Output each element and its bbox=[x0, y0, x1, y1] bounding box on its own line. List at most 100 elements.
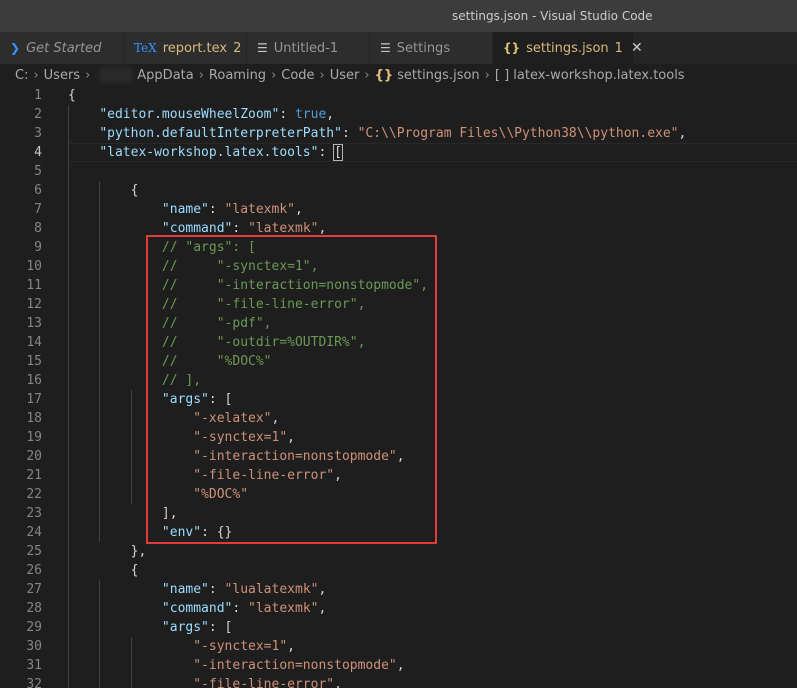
line-number: 11 bbox=[26, 278, 42, 293]
line-number: 23 bbox=[26, 506, 42, 521]
line-number: 18 bbox=[26, 411, 42, 426]
code-line[interactable]: 30 "-synctex=1", bbox=[0, 637, 797, 656]
line-number: 12 bbox=[26, 297, 42, 312]
code-text: { bbox=[68, 563, 139, 578]
code-line[interactable]: 29 "args": [ bbox=[0, 618, 797, 637]
tab-report-tex[interactable]: TeX report.tex 2 bbox=[124, 32, 247, 64]
tab-untitled-1[interactable]: ☰ Untitled-1 bbox=[247, 32, 370, 64]
chevron-right-icon: › bbox=[484, 67, 490, 83]
code-line[interactable]: 5 bbox=[0, 162, 797, 181]
breadcrumb-item[interactable]: Users bbox=[44, 68, 80, 83]
code-line[interactable]: 4 "latex-workshop.latex.tools": [ bbox=[0, 143, 797, 162]
code-line[interactable]: 18 "-xelatex", bbox=[0, 409, 797, 428]
line-number: 10 bbox=[26, 259, 42, 274]
line-number: 27 bbox=[26, 582, 42, 597]
code-line[interactable]: 11 // "-interaction=nonstopmode", bbox=[0, 276, 797, 295]
code-line[interactable]: 2 "editor.mouseWheelZoom": true, bbox=[0, 105, 797, 124]
code-line[interactable]: 3 "python.defaultInterpreterPath": "C:\\… bbox=[0, 124, 797, 143]
line-number: 13 bbox=[26, 316, 42, 331]
code-text: "-file-line-error", bbox=[193, 468, 342, 483]
braces-icon: {} bbox=[503, 41, 521, 55]
breadcrumb-item[interactable]: AppData bbox=[137, 68, 193, 83]
code-line[interactable]: 24 "env": {} bbox=[0, 523, 797, 542]
code-text: "name": "latexmk", bbox=[161, 202, 303, 217]
code-line[interactable]: 22 "%DOC%" bbox=[0, 485, 797, 504]
code-text: "args": [ bbox=[161, 620, 233, 635]
line-number: 14 bbox=[26, 335, 42, 350]
line-number: 9 bbox=[34, 240, 42, 255]
tab-label: report.tex bbox=[162, 40, 228, 56]
code-line[interactable]: 19 "-synctex=1", bbox=[0, 428, 797, 447]
code-text: "-synctex=1", bbox=[193, 430, 295, 445]
code-text: { bbox=[68, 183, 139, 198]
code-line[interactable]: 17 "args": [ bbox=[0, 390, 797, 409]
indent-guide bbox=[99, 580, 101, 688]
code-line[interactable]: 25 }, bbox=[0, 542, 797, 561]
indent-guide bbox=[130, 390, 132, 504]
chevron-right-icon: › bbox=[364, 67, 370, 83]
code-text: // ], bbox=[161, 373, 202, 388]
code-line[interactable]: 6 { bbox=[0, 181, 797, 200]
chevron-right-icon: › bbox=[85, 67, 91, 83]
code-text: "-interaction=nonstopmode", bbox=[193, 449, 405, 464]
code-text: "python.defaultInterpreterPath": "C:\\Pr… bbox=[99, 126, 687, 141]
line-number: 7 bbox=[34, 202, 42, 217]
code-line[interactable]: 21 "-file-line-error", bbox=[0, 466, 797, 485]
redacted-username bbox=[99, 67, 134, 83]
code-line[interactable]: 15 // "%DOC%" bbox=[0, 352, 797, 371]
line-number: 6 bbox=[34, 183, 42, 198]
code-line[interactable]: 14 // "-outdir=%OUTDIR%", bbox=[0, 333, 797, 352]
vscode-logo-icon: ❯ bbox=[10, 41, 21, 55]
code-line[interactable]: 13 // "-pdf", bbox=[0, 314, 797, 333]
chevron-right-icon: › bbox=[198, 67, 204, 83]
code-editor[interactable]: 1{2 "editor.mouseWheelZoom": true, 3 "pyt… bbox=[0, 86, 797, 688]
code-line[interactable]: 20 "-interaction=nonstopmode", bbox=[0, 447, 797, 466]
chevron-right-icon: › bbox=[33, 67, 39, 83]
code-text: "editor.mouseWheelZoom": true, bbox=[99, 107, 335, 122]
code-text: // "-file-line-error", bbox=[161, 297, 366, 312]
line-number: 20 bbox=[26, 449, 42, 464]
breadcrumb-item[interactable]: C: bbox=[15, 68, 28, 83]
code-line[interactable]: 31 "-interaction=nonstopmode", bbox=[0, 656, 797, 675]
line-number: 24 bbox=[26, 525, 42, 540]
code-line[interactable]: 26 { bbox=[0, 561, 797, 580]
line-number: 16 bbox=[26, 373, 42, 388]
code-text: "env": {} bbox=[161, 525, 233, 540]
code-line[interactable]: 28 "command": "latexmk", bbox=[0, 599, 797, 618]
tab-settings-json[interactable]: {} settings.json 1 ✕ bbox=[493, 32, 643, 64]
tab-get-started[interactable]: ❯ Get Started bbox=[0, 32, 124, 64]
breadcrumb-item[interactable]: Roaming bbox=[209, 68, 266, 83]
code-line[interactable]: 7 "name": "latexmk", bbox=[0, 200, 797, 219]
code-text: // "-synctex=1", bbox=[161, 259, 319, 274]
line-number: 28 bbox=[26, 601, 42, 616]
code-text: ], bbox=[68, 506, 178, 521]
breadcrumb-item[interactable]: settings.json bbox=[397, 68, 480, 83]
tab-label: Get Started bbox=[26, 40, 102, 56]
line-number: 5 bbox=[34, 164, 42, 179]
code-line[interactable]: 32 "-file-line-error", bbox=[0, 675, 797, 688]
code-line[interactable]: 16 // ], bbox=[0, 371, 797, 390]
code-text: "command": "latexmk", bbox=[161, 601, 327, 616]
breadcrumb-item[interactable]: User bbox=[330, 68, 360, 83]
code-line[interactable]: 23 ], bbox=[0, 504, 797, 523]
close-icon[interactable]: ✕ bbox=[631, 40, 643, 56]
code-text: // "-outdir=%OUTDIR%", bbox=[161, 335, 366, 350]
code-line[interactable]: 27 "name": "lualatexmk", bbox=[0, 580, 797, 599]
tab-settings[interactable]: ☰ Settings bbox=[370, 32, 493, 64]
chevron-right-icon: › bbox=[271, 67, 277, 83]
tab-bar: ❯ Get Started TeX report.tex 2 ☰ Untitled-1 ☰ Se… bbox=[0, 32, 797, 64]
breadcrumb-item[interactable]: [ ] latex-workshop.latex.tools bbox=[495, 68, 685, 83]
code-line[interactable]: 1{ bbox=[0, 86, 797, 105]
tab-label: settings.json bbox=[526, 40, 609, 56]
tab-label: Untitled-1 bbox=[273, 40, 339, 56]
code-line[interactable]: 8 "command": "latexmk", bbox=[0, 219, 797, 238]
breadcrumb: C: › Users › AppData › Roaming › Code › User ›{} set… bbox=[0, 64, 797, 86]
tab-problem-count: 2 bbox=[233, 40, 242, 56]
code-line[interactable]: 12 // "-file-line-error", bbox=[0, 295, 797, 314]
gear-icon: ☰ bbox=[380, 41, 391, 55]
code-line[interactable]: 10 // "-synctex=1", bbox=[0, 257, 797, 276]
json-file-icon: {} bbox=[374, 67, 394, 83]
breadcrumb-item[interactable]: Code bbox=[281, 68, 314, 83]
code-line[interactable]: 9 // "args": [ bbox=[0, 238, 797, 257]
line-number: 19 bbox=[26, 430, 42, 445]
